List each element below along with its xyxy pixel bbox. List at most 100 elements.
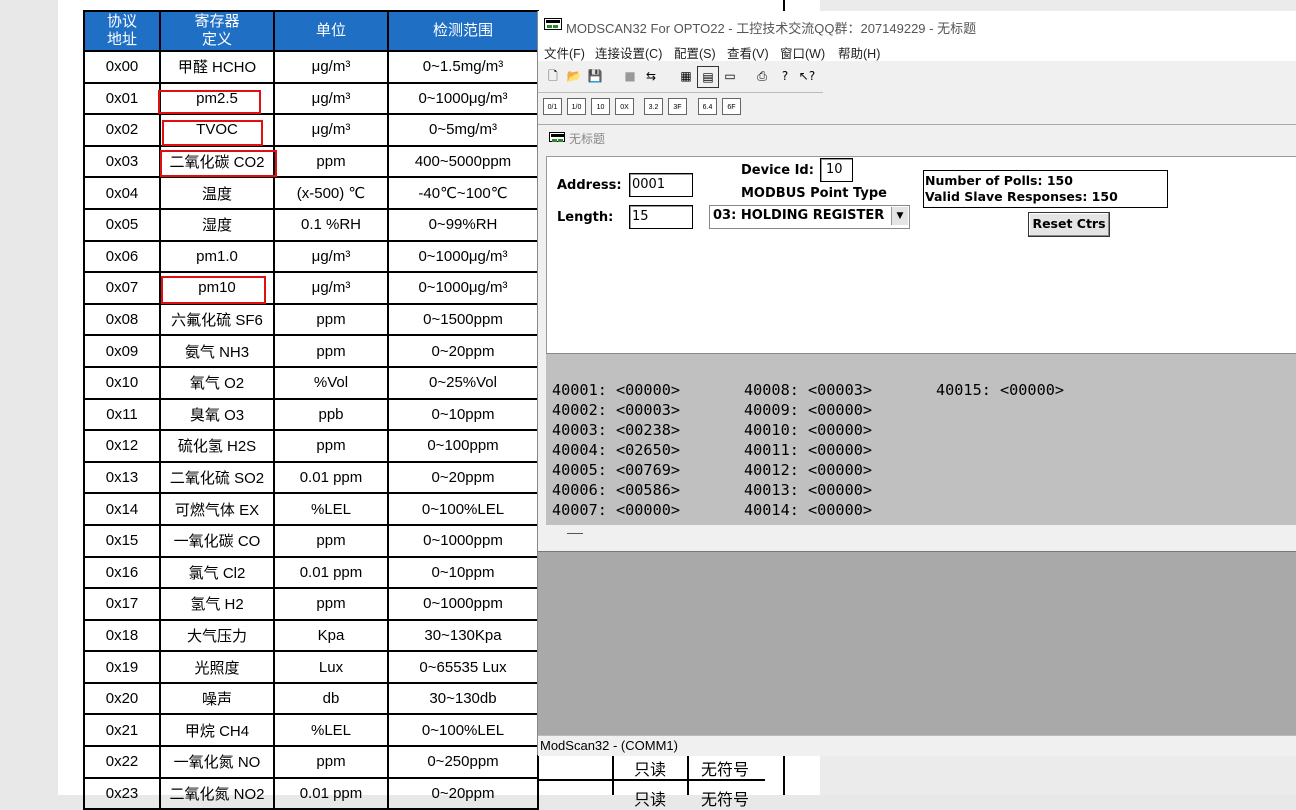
register-value[interactable]: 40003: <00238> <box>552 420 680 440</box>
reset-counters-button[interactable]: Reset Ctrs <box>1028 212 1110 237</box>
double-format-icon[interactable]: 6.4 <box>698 98 717 115</box>
menu-setup[interactable]: 配置(S) <box>674 43 716 62</box>
table-row: 0x18 大气压力 Kpa 30~130Kpa <box>83 618 539 653</box>
table-row: 0x12 硫化氢 H2S ppm 0~100ppm <box>83 429 539 463</box>
register-value[interactable]: 40012: <00000> <box>744 460 872 480</box>
scrollbar-stub[interactable] <box>567 533 583 534</box>
child-window: 无标题 Address: 0001 Length: 15 Device Id: … <box>538 124 1296 552</box>
poll-settings-panel: Address: 0001 Length: 15 Device Id: 10 M… <box>546 156 1296 354</box>
status-text: ModScan32 - (COMM1) <box>540 738 678 753</box>
range-cell: 30~130Kpa <box>387 618 539 653</box>
context-help-icon[interactable]: ↖? <box>797 66 817 86</box>
save-icon[interactable]: 💾 <box>585 66 605 86</box>
range-cell: 0~100%LEL <box>387 492 539 526</box>
help-icon[interactable]: ? <box>775 66 795 86</box>
range-cell: 30~130db <box>387 681 539 716</box>
address-cell: 0x17 <box>83 587 161 621</box>
register-value[interactable]: 40006: <00586> <box>552 480 680 500</box>
table-row: 0x10 氧气 O2 %Vol 0~25%Vol <box>83 365 539 400</box>
address-cell: 0x15 <box>83 523 161 558</box>
display-setup-icon[interactable]: ▦ <box>676 66 696 86</box>
integer-format-icon[interactable]: 10 <box>591 98 610 115</box>
chevron-down-icon[interactable]: ▼ <box>891 207 908 225</box>
table-row: 0x22 一氧化氮 NO ppm 0~250ppm <box>83 745 539 779</box>
new-file-icon[interactable]: 🗋 <box>543 66 563 86</box>
definition-cell: 硫化氢 H2S <box>159 429 275 463</box>
decimal-format-icon[interactable]: 1/0 <box>567 98 586 115</box>
hex-format-icon[interactable]: 0X <box>615 98 634 115</box>
unit-cell: Lux <box>273 650 389 684</box>
table-row: 0x15 一氧化碳 CO ppm 0~1000ppm <box>83 523 539 558</box>
register-column-3: 40015: <00000> <box>936 380 1064 400</box>
range-cell: 400~5000ppm <box>387 144 539 179</box>
address-cell: 0x10 <box>83 365 161 400</box>
menu-window[interactable]: 窗口(W) <box>780 43 825 62</box>
window-title: MODSCAN32 For OPTO22 - 工控技术交流QQ群：2071492… <box>566 21 977 36</box>
menu-file[interactable]: 文件(F) <box>544 43 585 62</box>
range-cell: 0~20ppm <box>387 334 539 368</box>
table-row: 0x08 六氟化硫 SF6 ppm 0~1500ppm <box>83 302 539 337</box>
menu-view[interactable]: 查看(V) <box>727 43 769 62</box>
definition-cell: 氯气 Cl2 <box>159 555 275 590</box>
address-input[interactable]: 0001 <box>629 173 693 197</box>
binary-format-icon[interactable]: 0/1 <box>543 98 562 115</box>
register-value[interactable]: 40004: <02650> <box>552 440 680 460</box>
register-value[interactable]: 40005: <00769> <box>552 460 680 480</box>
address-cell: 0x22 <box>83 745 161 779</box>
window-titlebar[interactable]: MODSCAN32 For OPTO22 - 工控技术交流QQ群：2071492… <box>538 11 1296 39</box>
register-display: 40001: <00000> 40002: <00003> 40003: <0023… <box>546 353 1296 534</box>
register-value[interactable]: 40010: <00000> <box>744 420 872 440</box>
register-value[interactable]: 40001: <00000> <box>552 380 680 400</box>
range-cell: 0~100ppm <box>387 429 539 463</box>
length-input[interactable]: 15 <box>629 205 693 229</box>
register-value[interactable]: 40014: <00000> <box>744 500 872 520</box>
unit-cell: ppm <box>273 334 389 368</box>
double-swapped-format-icon[interactable]: 6F <box>722 98 741 115</box>
table-row: 0x00 甲醛 HCHO μg/m³ 0~1.5mg/m³ <box>83 50 539 84</box>
unit-cell: ppm <box>273 144 389 179</box>
register-value[interactable]: 40009: <00000> <box>744 400 872 420</box>
point-type-select[interactable]: 03: HOLDING REGISTER ▼ <box>709 205 910 229</box>
table-row: 0x04 温度 (x-500) ℃ -40℃~100℃ <box>83 176 539 210</box>
register-value[interactable]: 40011: <00000> <box>744 440 872 460</box>
table-row: 0x14 可燃气体 EX %LEL 0~100%LEL <box>83 492 539 526</box>
address-cell: 0x23 <box>83 776 161 810</box>
float-swapped-format-icon[interactable]: 3F <box>668 98 687 115</box>
table-row: 0x07 pm10 μg/m³ 0~1000μg/m³ <box>83 271 539 305</box>
child-titlebar[interactable]: 无标题 <box>538 125 1296 149</box>
range-cell: 0~1.5mg/m³ <box>387 50 539 84</box>
register-value[interactable]: 40007: <00000> <box>552 500 680 520</box>
unit-cell: %Vol <box>273 365 389 400</box>
point-type-value: 03: HOLDING REGISTER <box>713 208 885 223</box>
unit-cell: ppb <box>273 397 389 432</box>
modscan-app-icon <box>544 18 562 30</box>
unit-cell: μg/m³ <box>273 113 389 147</box>
table-row: 0x11 臭氧 O3 ppb 0~10ppm <box>83 397 539 432</box>
unit-cell: ppm <box>273 587 389 621</box>
definition-cell: 可燃气体 EX <box>159 492 275 526</box>
display-graph-icon[interactable]: ▤ <box>697 66 719 88</box>
menu-connection[interactable]: 连接设置(C) <box>595 43 662 62</box>
float-format-icon[interactable]: 3.2 <box>644 98 663 115</box>
child-title: 无标题 <box>569 132 606 146</box>
unit-cell: (x-500) ℃ <box>273 176 389 210</box>
register-value[interactable]: 40015: <00000> <box>936 380 1064 400</box>
display-window-icon[interactable]: ▭ <box>720 66 740 86</box>
device-id-input[interactable]: 10 <box>820 158 853 182</box>
table-row: 0x01 pm2.5 μg/m³ 0~1000μg/m³ <box>83 81 539 116</box>
unit-cell: Kpa <box>273 618 389 653</box>
unit-cell: μg/m³ <box>273 271 389 305</box>
definition-cell: 噪声 <box>159 681 275 716</box>
register-column-2: 40008: <00003> 40009: <00000> 40010: <0000… <box>744 380 872 520</box>
register-value[interactable]: 40008: <00003> <box>744 380 872 400</box>
connect-icon[interactable]: ■ <box>620 66 640 86</box>
print-icon[interactable]: ⎙ <box>752 66 772 86</box>
highlight-tvoc <box>162 120 263 146</box>
register-value[interactable]: 40002: <00003> <box>552 400 680 420</box>
address-cell: 0x16 <box>83 555 161 590</box>
register-value[interactable]: 40013: <00000> <box>744 480 872 500</box>
range-cell: 0~1000μg/m³ <box>387 239 539 274</box>
open-folder-icon[interactable]: 📂 <box>564 66 584 86</box>
disconnect-icon[interactable]: ⇆ <box>641 66 661 86</box>
menu-help[interactable]: 帮助(H) <box>838 43 880 62</box>
